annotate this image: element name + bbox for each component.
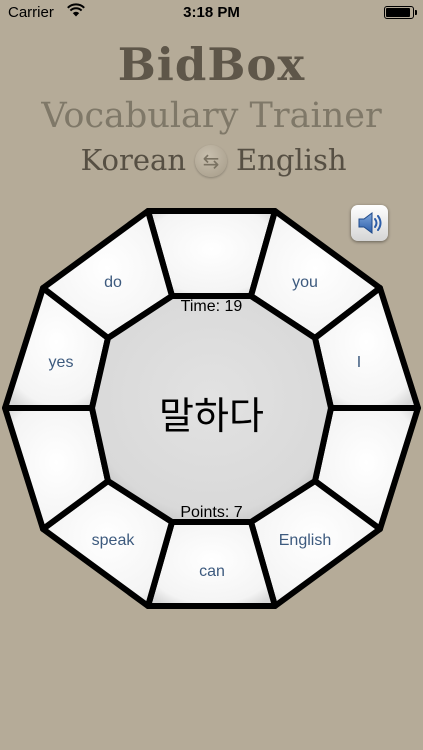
answer-word-right-upper: I: [356, 354, 362, 371]
target-language-label[interactable]: English: [236, 143, 347, 177]
target-word: 말하다: [159, 396, 264, 438]
status-time: 3:18 PM: [183, 4, 240, 21]
swap-arrows-icon[interactable]: ⇆: [195, 145, 227, 177]
answer-word-left-upper: yes: [48, 354, 74, 371]
status-bar: Carrier 3:18 PM: [0, 0, 423, 26]
timer-label: Time: 19: [180, 298, 243, 315]
answer-word-bottom: can: [199, 563, 225, 580]
app-subtitle: Vocabulary Trainer: [41, 96, 382, 136]
language-selector: Korean ⇆ English: [0, 143, 423, 183]
answer-word-top-left: do: [104, 274, 122, 291]
source-language-label[interactable]: Korean: [81, 143, 186, 177]
answer-word-bottom-left: speak: [91, 532, 135, 549]
answer-word-bottom-right: English: [278, 532, 332, 549]
points-label: Points: 7: [180, 504, 243, 521]
answer-word-top-right: you: [292, 274, 318, 291]
app-title: BidBox: [117, 38, 306, 91]
battery-icon: [384, 6, 417, 19]
